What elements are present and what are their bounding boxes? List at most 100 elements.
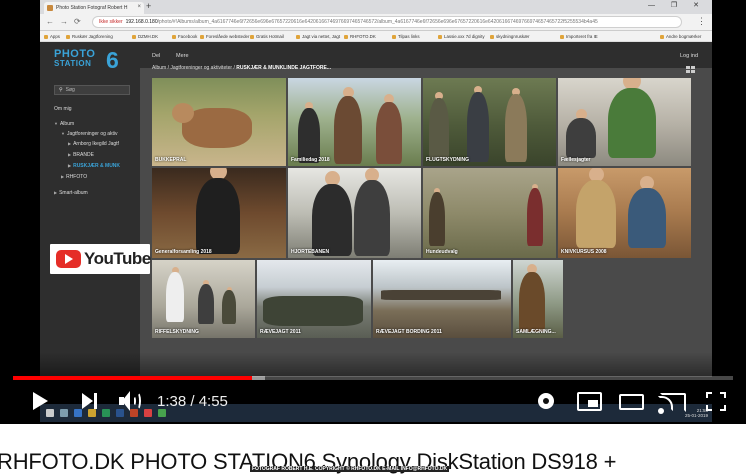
url-host: 192.168.0.180	[125, 19, 158, 25]
bookmark-item[interactable]: Lassie.xxx 7d dignity	[438, 34, 485, 39]
forward-icon[interactable]: →	[60, 17, 68, 26]
bookmark-item[interactable]: Facebook	[172, 34, 197, 39]
taskbar-clock: 21:55 25-01-2019	[684, 408, 708, 418]
tree-expand-icon[interactable]: ▼	[61, 131, 65, 136]
breadcrumb: Album / Jagtforeninger og aktiviteter / …	[152, 65, 331, 71]
photo-thumbnail[interactable]: BUKKEPRAL	[152, 78, 286, 166]
miniplayer-icon[interactable]	[577, 392, 602, 411]
progress-bar[interactable]	[13, 376, 733, 380]
bookmark-item[interactable]: Importeret fra IE	[560, 34, 598, 39]
sidebar-tree-item[interactable]: ▼ Album	[54, 121, 74, 127]
grid-view-icon[interactable]	[686, 66, 696, 73]
photo-caption: KNIVKURSUS 2008	[561, 249, 607, 255]
about-me-link[interactable]: Om mig	[54, 106, 72, 112]
bookmark-item[interactable]: Tilpas links	[392, 34, 420, 39]
photo-thumbnail[interactable]: Generalforsamling 2018	[152, 168, 286, 258]
screen: Photo Station Fotograf Robert H × + — ❐ …	[0, 0, 746, 476]
youtube-play-icon	[56, 250, 81, 268]
tab-title: Photo Station Fotograf Robert H	[56, 5, 128, 11]
photo-thumbnail[interactable]: HJORTEBANEN	[288, 168, 421, 258]
sidebar-tree-item[interactable]: ▶ BRANDE	[68, 152, 94, 158]
search-input[interactable]: ⚲ Søg	[54, 85, 130, 95]
played-fill	[13, 376, 252, 380]
photo-thumbnail[interactable]: Hundeudvalg	[423, 168, 556, 258]
bookmark-item[interactable]: Apps	[44, 34, 60, 39]
photo-caption: BUKKEPRAL	[155, 157, 187, 163]
tree-expand-icon[interactable]: ▶	[68, 163, 71, 168]
reload-icon[interactable]: ⟳	[74, 17, 81, 26]
bookmark-item[interactable]: Ruskær Jagtforening	[66, 34, 113, 39]
photo-thumbnail[interactable]: SAMLÆGNING...	[513, 260, 563, 338]
chrome-icon	[158, 409, 166, 417]
photo-caption: HJORTEBANEN	[291, 249, 330, 255]
sidebar-tree-item[interactable]: ▶ Smart-album	[54, 190, 88, 196]
bookmark-item[interactable]: skydningnruskær	[490, 34, 529, 39]
tree-item-label: Smart-album	[59, 190, 88, 196]
volume-icon[interactable]	[119, 390, 143, 412]
fullscreen-icon[interactable]	[706, 392, 726, 411]
tree-expand-icon[interactable]: ▼	[54, 121, 58, 126]
time-display: 1:38 / 4:55	[157, 393, 228, 410]
sidebar-tree-item[interactable]: ▶ RUSKJÆR & MUNK	[68, 163, 120, 169]
photo-caption: FLUGTSKYDNING	[426, 157, 470, 163]
photo-caption: Familiedag 2018	[291, 157, 330, 163]
bookmark-item[interactable]: Andre bogmærker	[660, 34, 701, 39]
bookmark-item[interactable]: Gratis Hotmail	[250, 34, 284, 39]
new-tab-button[interactable]: +	[146, 1, 151, 11]
search-icon: ⚲	[59, 87, 63, 93]
app-icon	[144, 409, 152, 417]
browser-tab[interactable]: Photo Station Fotograf Robert H ×	[44, 2, 144, 14]
photo-thumbnail[interactable]: RÆVEJAGT BORDING 2011	[373, 260, 511, 338]
sidebar-tree-item[interactable]: ▶ RHFOTO	[61, 174, 87, 180]
photo-thumbnail[interactable]: Familiedag 2018	[288, 78, 421, 166]
play-button[interactable]	[33, 392, 48, 410]
photo-thumbnail[interactable]: RIFFELSKYDNING	[152, 260, 255, 338]
photo-caption: Fællesjagter	[561, 157, 591, 163]
bookmark-item[interactable]: RHFOTO.DK	[344, 34, 376, 39]
not-secure-label[interactable]: Ikke sikker	[99, 19, 123, 25]
browser-tab-bar: Photo Station Fotograf Robert H × + — ❐ …	[40, 0, 712, 14]
window-controls[interactable]: — ❐ ✕	[648, 1, 706, 9]
tab-close-icon[interactable]: ×	[137, 4, 141, 10]
edge-icon	[74, 409, 82, 417]
photo-station-logo[interactable]: PHOTO STATION 6	[54, 49, 119, 72]
sidebar-tree-item[interactable]: ▶ Arnborg Ikegild Jagtf	[68, 141, 119, 147]
share-button[interactable]: Del	[152, 53, 160, 59]
windows-start-icon	[46, 409, 54, 417]
more-button[interactable]: Mere	[176, 53, 189, 59]
bookmark-item[interactable]: Foreslåede websteder	[200, 34, 249, 39]
tree-expand-icon[interactable]: ▶	[68, 152, 71, 157]
breadcrumb-album[interactable]: Album	[152, 65, 166, 71]
tree-item-label: BRANDE	[73, 152, 94, 158]
copyright-text: FOTOGRAF ROBERT H.E. COPYRIGHT © RHFOTO.…	[250, 466, 450, 472]
photo-thumbnail[interactable]: FLUGTSKYDNING	[423, 78, 556, 166]
url-field[interactable]: Ikke sikker 192.168.0.180/photo/#!Albums/…	[92, 16, 682, 28]
theater-mode-icon[interactable]	[619, 394, 644, 410]
tree-expand-icon[interactable]: ▶	[68, 141, 71, 146]
tree-item-label: Album	[59, 121, 75, 127]
browser-menu-icon[interactable]: ⋮	[697, 16, 706, 27]
breadcrumb-jagtforeninger[interactable]: Jagtforeninger og aktiviteter	[170, 65, 232, 71]
photo-thumbnail[interactable]: Fællesjagter	[558, 78, 691, 166]
tree-expand-icon[interactable]: ▶	[61, 174, 64, 179]
favicon-icon	[47, 5, 53, 11]
tree-item-label: Jagtforeninger og aktiv	[66, 131, 118, 137]
tree-expand-icon[interactable]: ▶	[54, 190, 57, 195]
bookmark-item[interactable]: Jagt via nettet, Jagt	[296, 34, 340, 39]
login-button[interactable]: Log ind	[680, 53, 698, 59]
youtube-logo: YouTube	[50, 244, 151, 274]
back-icon[interactable]: ←	[46, 17, 54, 26]
tree-item-label: RHFOTO	[66, 174, 88, 180]
bookmarks-bar: Apps Ruskær Jagtforening DZMH.DK Facebook Fo…	[40, 31, 712, 42]
breadcrumb-current: RUSKJÆR & MUNKLINDE JAGTFORE...	[236, 65, 331, 71]
photo-caption: SAMLÆGNING...	[516, 329, 556, 335]
cast-icon[interactable]	[658, 393, 686, 414]
excel-icon	[102, 409, 110, 417]
address-bar: ← → ⟳ Ikke sikker 192.168.0.180/photo/#!A…	[40, 14, 712, 31]
next-button[interactable]	[82, 393, 98, 409]
settings-gear-icon[interactable]	[536, 391, 556, 411]
photo-thumbnail[interactable]: KNIVKURSUS 2008	[558, 168, 691, 258]
photo-thumbnail[interactable]: RÆVEJAGT 2011	[257, 260, 371, 338]
bookmark-item[interactable]: DZMH.DK	[132, 34, 158, 39]
sidebar-tree-item[interactable]: ▼ Jagtforeninger og aktiv	[61, 131, 118, 137]
